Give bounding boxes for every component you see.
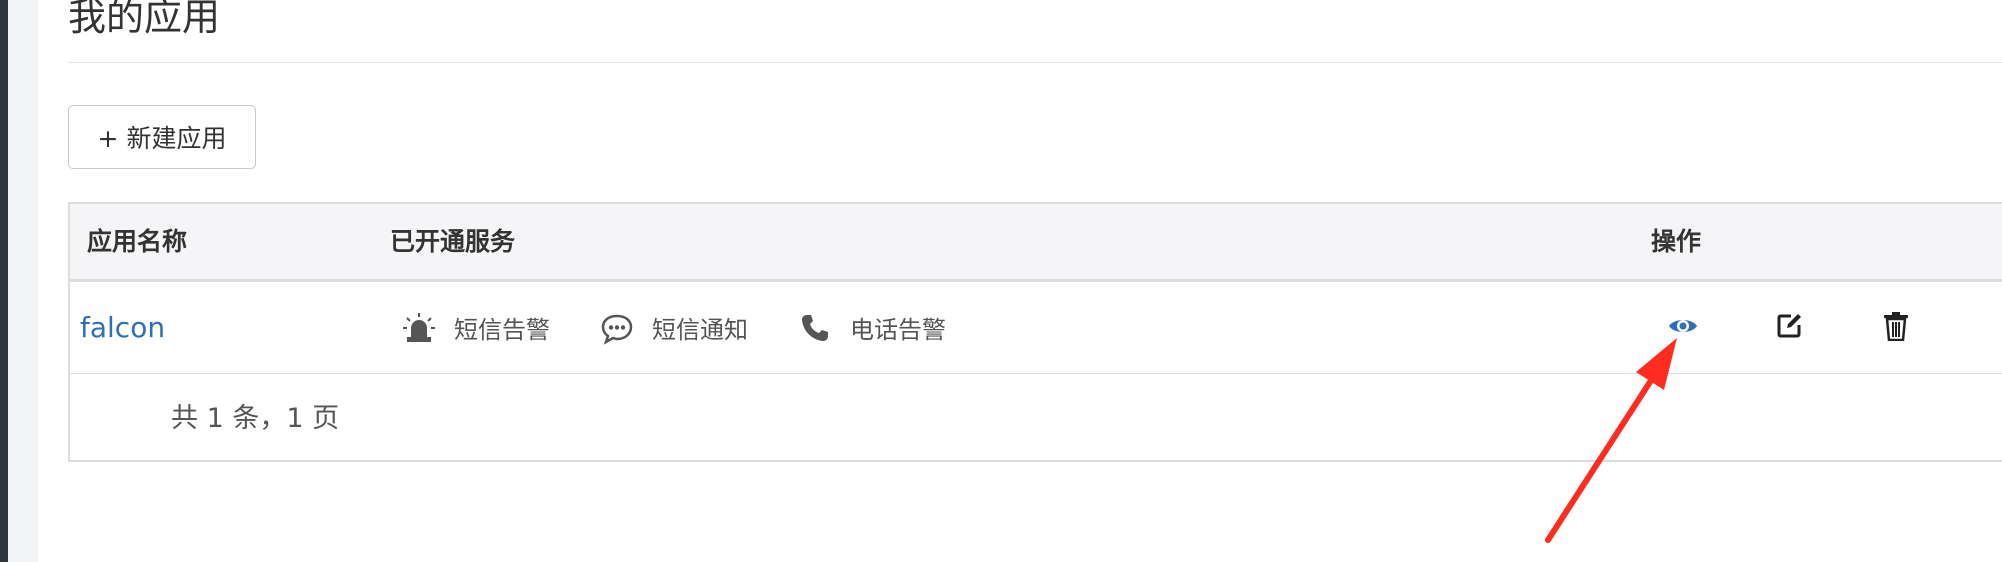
view-icon[interactable] bbox=[1663, 306, 1703, 346]
page-title: 我的应用 bbox=[68, 0, 221, 39]
header-services: 已开通服务 bbox=[390, 227, 516, 256]
pagination-summary: 共 1 条，1 页 bbox=[171, 403, 340, 434]
table-row: falcon 短信告警 短信通知 电话告警 bbox=[70, 282, 2002, 374]
title-divider bbox=[68, 62, 2002, 63]
service-label: 电话告警 bbox=[850, 316, 946, 344]
service-label: 短信通知 bbox=[652, 316, 748, 344]
table-header: 应用名称 已开通服务 操作 bbox=[70, 204, 2002, 282]
service-label: 短信告警 bbox=[454, 316, 550, 344]
app-name-link[interactable]: falcon bbox=[80, 282, 165, 373]
header-actions: 操作 bbox=[1651, 227, 1702, 256]
phone-icon bbox=[798, 311, 832, 345]
delete-icon[interactable] bbox=[1876, 306, 1916, 346]
new-app-button[interactable]: + 新建应用 bbox=[68, 105, 256, 169]
chat-bubble-icon bbox=[600, 311, 634, 345]
apps-table: 应用名称 已开通服务 操作 falcon 短信告警 短信通知 电话告警 共 1 … bbox=[68, 202, 2002, 462]
service-phone-alert: 电话告警 bbox=[798, 282, 946, 373]
left-sidebar-edge bbox=[0, 0, 8, 562]
edit-icon[interactable] bbox=[1769, 306, 1809, 346]
content-gutter bbox=[8, 0, 38, 562]
header-app-name: 应用名称 bbox=[87, 227, 188, 256]
service-sms-alert: 短信告警 bbox=[402, 282, 550, 373]
alarm-light-icon bbox=[402, 311, 436, 345]
service-sms-notify: 短信通知 bbox=[600, 282, 748, 373]
